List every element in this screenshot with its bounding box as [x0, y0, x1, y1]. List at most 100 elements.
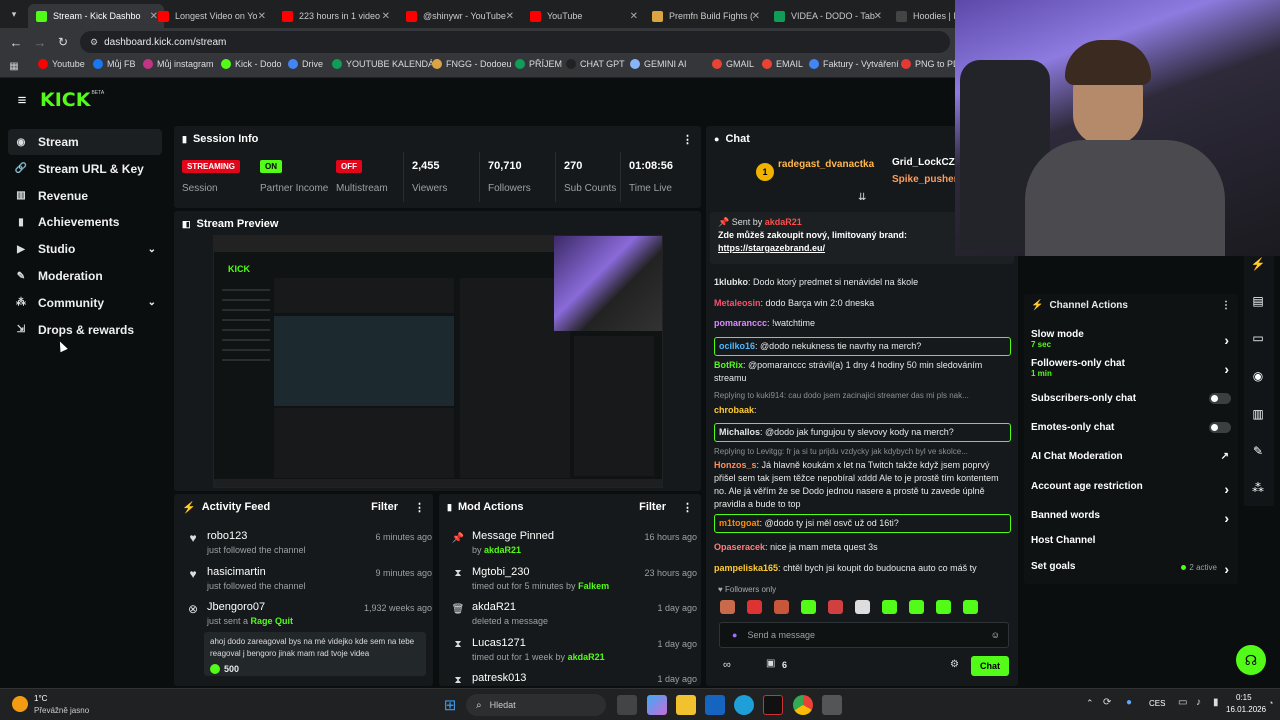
- external-link-icon[interactable]: ↗: [1221, 451, 1229, 462]
- activity-menu-icon[interactable]: ⋮: [414, 501, 425, 514]
- stream-video[interactable]: KICK: [213, 235, 663, 488]
- gift-icon[interactable]: ▣: [766, 658, 775, 669]
- bookmark-item[interactable]: Faktury - Vytváření: [809, 59, 899, 69]
- channel-action-account-age-restriction[interactable]: Account age restriction ›: [1031, 481, 1231, 505]
- mod-action-title[interactable]: patresk013: [472, 672, 526, 684]
- chat-username[interactable]: pampeliska165: [714, 563, 778, 573]
- sidebar-item-stream-url-key[interactable]: 🔗 Stream URL & Key: [8, 156, 162, 182]
- support-button[interactable]: ☊: [1236, 645, 1266, 675]
- chat-icon[interactable]: ▭: [1248, 328, 1268, 348]
- calculator-icon[interactable]: [822, 695, 842, 715]
- mod-action-by[interactable]: akdaR21: [484, 545, 521, 555]
- channel-action-ai-chat-moderation[interactable]: AI Chat Moderation ↗: [1031, 451, 1231, 475]
- tab-close-icon[interactable]: ✕: [258, 11, 266, 22]
- clipboard-icon[interactable]: ▤: [1248, 291, 1268, 311]
- top-user-1[interactable]: radegast_dvanactka: [778, 159, 874, 170]
- tab-close-icon[interactable]: ✕: [752, 11, 760, 22]
- activity-filter-button[interactable]: Filter: [371, 501, 398, 513]
- chevron-right-icon[interactable]: ›: [1224, 510, 1229, 526]
- mod-filter-button[interactable]: Filter: [639, 501, 666, 513]
- actions-menu-icon[interactable]: ⋮: [1221, 300, 1231, 311]
- flash-icon[interactable]: ⚡: [1248, 254, 1268, 274]
- bookmark-item[interactable]: Můj instagram: [143, 59, 214, 69]
- channel-action-followers-only-chat[interactable]: Followers-only chat 1 min ›: [1031, 358, 1231, 382]
- capcut-icon[interactable]: [763, 695, 783, 715]
- toggle-switch[interactable]: [1209, 393, 1231, 404]
- mod-action-title[interactable]: Mgtobi_230: [472, 566, 530, 578]
- emote-icon[interactable]: [828, 600, 843, 614]
- taskbar-search[interactable]: ⌕ Hledat: [466, 694, 606, 716]
- chevron-right-icon[interactable]: ›: [1224, 561, 1229, 577]
- forward-icon[interactable]: →: [32, 34, 48, 50]
- chat-settings-icon[interactable]: ⚙: [950, 659, 959, 670]
- chat-username[interactable]: BotRix: [714, 360, 743, 370]
- channel-action-slow-mode[interactable]: Slow mode 7 sec ›: [1031, 329, 1231, 353]
- edge-icon[interactable]: [734, 695, 754, 715]
- bookmark-item[interactable]: PŘÍJEM: [515, 59, 562, 69]
- url-field[interactable]: ⚙ dashboard.kick.com/stream: [80, 31, 950, 53]
- bookmark-item[interactable]: FNGG - Dodoeu: [432, 59, 512, 69]
- infinity-icon[interactable]: ∞: [723, 659, 731, 671]
- mod-action-title[interactable]: akdaR21: [472, 601, 516, 613]
- mod-action-title[interactable]: Message Pinned: [472, 530, 554, 542]
- tray-language[interactable]: CES: [1149, 699, 1165, 708]
- bookmark-item[interactable]: Youtube: [38, 59, 85, 69]
- chevron-right-icon[interactable]: ›: [1224, 481, 1229, 497]
- mod-action-title[interactable]: Lucas1271: [472, 637, 526, 649]
- sidebar-item-studio[interactable]: ▶ Studio ⌄: [8, 236, 162, 262]
- emote-icon[interactable]: [720, 600, 735, 614]
- tab-close-icon[interactable]: ✕: [382, 11, 390, 22]
- chat-username[interactable]: m1togoat: [719, 518, 760, 528]
- mod-action-by[interactable]: Falkem: [578, 581, 609, 591]
- tray-sync-icon[interactable]: ⟳: [1103, 697, 1111, 708]
- bookmark-item[interactable]: EMAIL: [762, 59, 803, 69]
- start-icon[interactable]: ⊞: [440, 695, 460, 715]
- channel-action-set-goals[interactable]: Set goals › 2 active: [1031, 561, 1231, 585]
- bookmark-item[interactable]: GEMINI AI: [630, 59, 687, 69]
- explorer-icon[interactable]: [676, 695, 696, 715]
- tab-search-icon[interactable]: ▾: [6, 6, 22, 22]
- chat-username[interactable]: Honzos_s: [714, 460, 757, 470]
- users-icon[interactable]: ⁂: [1248, 478, 1268, 498]
- collapse-icon[interactable]: ⇊: [858, 192, 866, 203]
- tray-time[interactable]: 0:15: [1236, 693, 1252, 702]
- bookmark-item[interactable]: Kick - Dodo: [221, 59, 282, 69]
- chat-username[interactable]: pomaranccc: [714, 318, 767, 328]
- bookmark-item[interactable]: CHAT GPT: [566, 59, 625, 69]
- channel-action-emotes-only-chat[interactable]: Emotes-only chat: [1031, 422, 1231, 446]
- browser-tab[interactable]: Stream - Kick Dashbo ✕: [28, 4, 164, 28]
- emote-icon[interactable]: [936, 600, 951, 614]
- pinned-user[interactable]: akdaR21: [765, 217, 802, 227]
- tray-battery-icon[interactable]: ▮: [1213, 697, 1219, 708]
- sidebar-item-achievements[interactable]: ▮ Achievements: [8, 209, 162, 235]
- chevron-right-icon[interactable]: ›: [1224, 332, 1229, 348]
- tray-date[interactable]: 16.01.2026: [1226, 705, 1266, 714]
- layout-icon[interactable]: ▥: [1248, 404, 1268, 424]
- panel-menu-icon[interactable]: ⋮: [682, 133, 693, 146]
- tray-chevron-icon[interactable]: ⌃: [1086, 698, 1094, 709]
- tray-volume-icon[interactable]: ♪: [1196, 697, 1201, 708]
- tray-mic-icon[interactable]: ●: [1126, 697, 1132, 708]
- chevron-down-icon[interactable]: ⌄: [148, 244, 156, 255]
- browser-tab[interactable]: VIDEA - DODO - Tab ✕: [766, 4, 888, 28]
- chat-username[interactable]: 1klubko: [714, 277, 748, 287]
- chrome-icon[interactable]: [793, 695, 813, 715]
- channel-action-host-channel[interactable]: Host Channel: [1031, 535, 1231, 559]
- emote-icon[interactable]: [909, 600, 924, 614]
- chevron-down-icon[interactable]: ⌄: [148, 297, 156, 308]
- kick-logo[interactable]: KICK BETA: [40, 90, 104, 112]
- site-info-icon[interactable]: ⚙: [90, 37, 98, 48]
- emote-icon[interactable]: [801, 600, 816, 614]
- bookmark-item[interactable]: Můj FB: [93, 59, 136, 69]
- menu-icon[interactable]: ≡: [14, 92, 30, 109]
- activity-user[interactable]: Jbengoro07: [207, 601, 265, 613]
- broadcast-icon[interactable]: ◉: [1248, 366, 1268, 386]
- chat-username[interactable]: ocilko16: [719, 341, 755, 351]
- back-icon[interactable]: ←: [8, 34, 24, 50]
- chat-input[interactable]: ● Send a message ☺: [719, 622, 1009, 648]
- browser-tab[interactable]: Longest Video on Yo ✕: [150, 4, 272, 28]
- weather-widget[interactable]: 1°C Převážně jasno: [12, 692, 112, 718]
- activity-user[interactable]: robo123: [207, 530, 247, 542]
- emote-icon[interactable]: [774, 600, 789, 614]
- tray-network-icon[interactable]: ▭: [1178, 697, 1187, 708]
